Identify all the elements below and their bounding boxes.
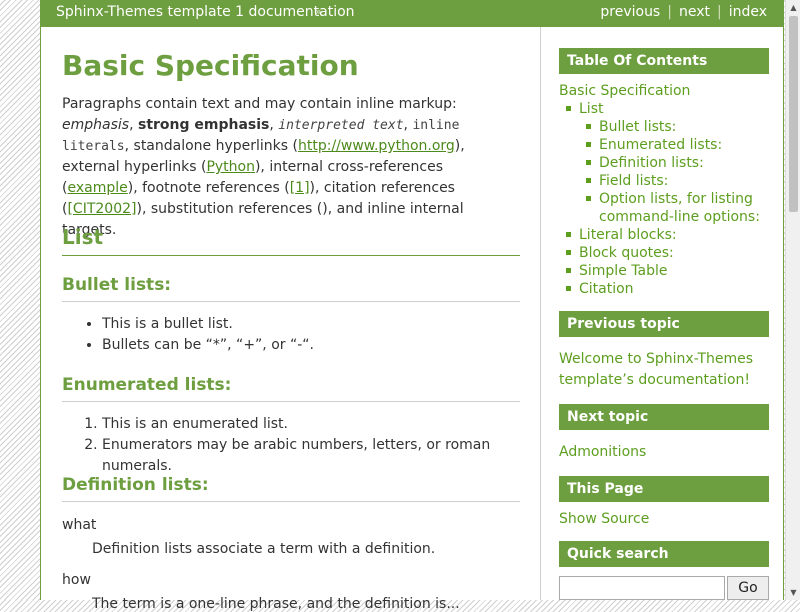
toc-heading: Table Of Contents: [559, 48, 769, 74]
previous-topic-heading: Previous topic: [559, 311, 769, 337]
bullet-list: This is a bullet list. Bullets can be “*…: [62, 314, 314, 356]
list-item: This is an enumerated list.: [102, 414, 520, 435]
interpreted-text: interpreted text: [278, 118, 404, 133]
toc-link-option-lists-cont[interactable]: command-line options:: [599, 208, 760, 226]
strong-text: strong emphasis: [137, 117, 270, 133]
intro-text: , standalone hyperlinks (: [124, 138, 298, 154]
search-go-button[interactable]: Go: [727, 576, 769, 600]
quick-search-heading: Quick search: [559, 541, 769, 567]
toc-link-simple-table[interactable]: Simple Table: [565, 262, 667, 280]
definition-term: how: [62, 572, 91, 588]
top-navbar: Sphinx-Themes template 1 documentation »…: [41, 0, 783, 27]
emphasis-text: emphasis: [62, 117, 130, 133]
example-link[interactable]: example: [67, 180, 127, 196]
relations-links: previous | next | index: [600, 4, 767, 20]
next-link[interactable]: next: [679, 4, 710, 20]
list-item: This is a bullet list.: [102, 314, 314, 335]
toc-link-citation[interactable]: Citation: [566, 280, 634, 298]
breadcrumb-separator: »: [315, 5, 322, 18]
search-input[interactable]: [559, 576, 725, 600]
page-container: Sphinx-Themes template 1 documentation »…: [40, 0, 784, 612]
definition-description: Definition lists associate a term with a…: [92, 541, 436, 557]
next-topic-heading: Next topic: [559, 404, 769, 430]
toc-link-list[interactable]: List: [565, 100, 603, 118]
enumerated-list: This is an enumerated list. Enumerators …: [62, 414, 520, 477]
toc-link-block-quotes[interactable]: Block quotes:: [566, 244, 674, 262]
intro-text: ,: [269, 117, 279, 133]
previous-topic-link[interactable]: Welcome to Sphinx-Themes: [559, 350, 753, 368]
toc-link-bullet-lists[interactable]: Bullet lists:: [585, 118, 676, 136]
intro-text: Paragraphs contain text and may contain …: [62, 96, 457, 112]
python-org-link[interactable]: http://www.python.org: [298, 138, 455, 154]
show-source-link[interactable]: Show Source: [559, 510, 649, 528]
intro-text: ), footnote references (: [127, 180, 290, 196]
definition-description: The term is a one-line phrase, and the d…: [92, 596, 460, 612]
scroll-down-arrow-icon[interactable]: ▼: [786, 585, 800, 600]
footnote-link[interactable]: [1]: [290, 180, 310, 196]
scroll-up-arrow-icon[interactable]: ▲: [786, 0, 800, 15]
list-item: Enumerators may be arabic numbers, lette…: [102, 435, 520, 477]
subsection-heading-definition: Definition lists:: [62, 475, 520, 502]
this-page-heading: This Page: [559, 476, 769, 502]
definition-term: what: [62, 517, 97, 533]
intro-text: ,: [129, 117, 138, 133]
python-link[interactable]: Python: [206, 159, 255, 175]
previous-link[interactable]: previous: [600, 4, 660, 20]
toc-link-field-lists[interactable]: Field lists:: [585, 172, 668, 190]
list-item: Bullets can be “*”, “+”, or “-“.: [102, 335, 314, 356]
toc-link-basic-specification[interactable]: Basic Specification: [559, 82, 690, 100]
scroll-thumb[interactable]: [789, 16, 798, 212]
toc-link-option-lists[interactable]: Option lists, for listing: [586, 190, 753, 208]
page-title: Basic Specification: [62, 49, 359, 82]
project-title-link[interactable]: Sphinx-Themes template 1 documentation: [56, 4, 355, 20]
index-link[interactable]: index: [729, 4, 767, 20]
previous-topic-link-cont[interactable]: template’s documentation!: [559, 371, 750, 389]
toc-link-enumerated-lists[interactable]: Enumerated lists:: [585, 136, 722, 154]
nav-separator: |: [667, 4, 672, 20]
subsection-heading-bullet: Bullet lists:: [62, 275, 520, 302]
toc-link-literal-blocks[interactable]: Literal blocks:: [566, 226, 677, 244]
intro-paragraph: Paragraphs contain text and may contain …: [62, 94, 520, 241]
section-heading-list: List: [62, 225, 520, 256]
vertical-scrollbar[interactable]: ▲ ▼: [785, 0, 800, 600]
toc-link-definition-lists[interactable]: Definition lists:: [586, 154, 704, 172]
next-topic-link[interactable]: Admonitions: [559, 443, 646, 461]
subsection-heading-enumerated: Enumerated lists:: [62, 375, 520, 402]
citation-link[interactable]: [CIT2002]: [67, 201, 136, 217]
nav-separator: |: [716, 4, 722, 20]
sidebar-divider: [540, 27, 541, 600]
